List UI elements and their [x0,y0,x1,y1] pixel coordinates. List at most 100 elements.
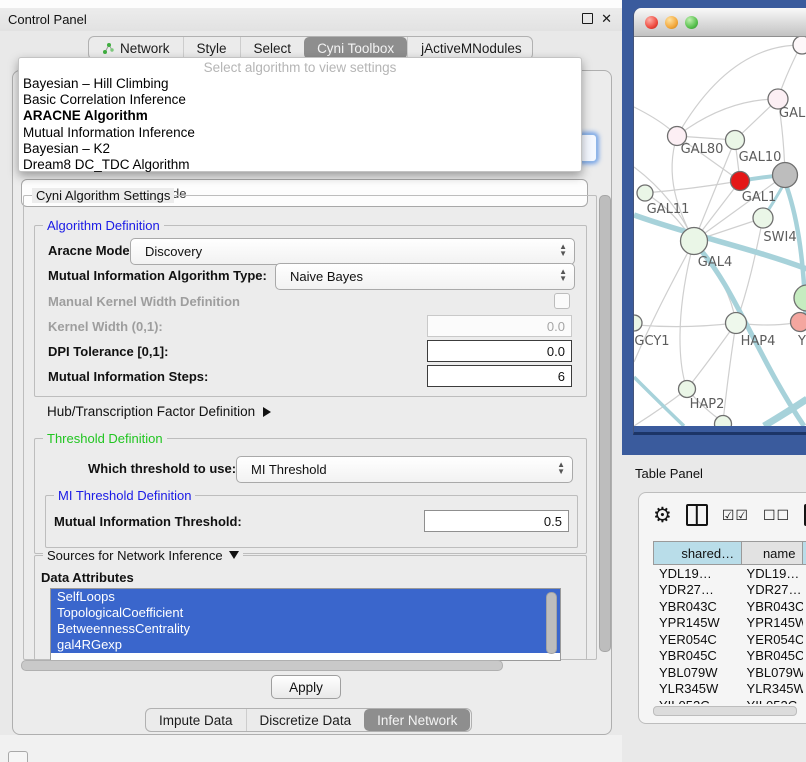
kernel-width-field[interactable]: 0.0 [427,315,572,337]
stepper-icon: ▲▼ [557,460,565,476]
zoom-traffic-light-icon[interactable] [685,16,698,29]
tab-label: Cyni Toolbox [317,41,394,56]
table-cell: YDL19… [742,566,804,581]
hub-definition-label: Hub/Transcription Factor Definition [47,404,255,419]
algorithm-option[interactable]: Basic Correlation Inference [19,92,581,108]
network-node[interactable] [753,208,773,228]
table-cell: YLR345W [654,681,742,696]
network-node-label: HAP2 [690,397,725,412]
table-row[interactable]: YIL052CYIL052C9 [654,697,806,704]
column-header[interactable]: name [741,542,802,564]
network-canvas[interactable]: GAL7GAL80GAL10GAL1GAL11SWI4GAL4GCY1HAP4Y… [634,37,806,426]
minimize-traffic-light-icon[interactable] [665,16,678,29]
mi-threshold-field[interactable]: 0.5 [424,510,569,532]
tab-jactivemnodules[interactable]: jActiveMNodules [407,37,533,59]
network-node[interactable] [794,285,806,311]
tab-discretize-data[interactable]: Discretize Data [246,709,365,731]
algorithm-option[interactable]: Bayesian – Hill Climbing [19,76,581,92]
aracne-mode-combo[interactable]: Discovery ▲▼ [130,238,575,265]
network-node[interactable] [634,315,642,331]
network-node-label: SWI4 [763,230,796,245]
table-cell: YLR345W [742,681,804,696]
data-attribute-item[interactable]: SelfLoops [51,589,560,605]
network-node[interactable] [715,416,732,427]
table-rows[interactable]: YDL19…YDL19…13YDR27…YDR27…12YBR043CYBR04… [653,565,806,704]
settings-vertical-scrollbar[interactable] [599,195,611,652]
network-node[interactable] [726,131,745,150]
tab-impute-data[interactable]: Impute Data [146,709,246,731]
algorithm-definition-group: Algorithm Definition Aracne Mode: Discov… [34,225,587,397]
algorithm-option[interactable]: ARACNE Algorithm [19,108,581,124]
tab-label: Discretize Data [260,713,352,728]
collapsed-arrow-icon [263,407,271,417]
tab-style[interactable]: Style [183,37,240,59]
data-attribute-item[interactable]: TopologicalCoefficient [51,605,560,621]
mi-steps-field[interactable]: 6 [427,365,572,387]
table-header-row[interactable]: shared…name [653,541,806,565]
table-toolbar: ⚙ ☑☑ ☐☐ [639,493,806,537]
dock-panel-icon[interactable] [8,751,28,762]
list-scrollbar[interactable] [546,592,557,654]
which-threshold-value: MI Threshold [251,462,327,477]
network-node[interactable] [773,163,798,188]
column-header[interactable] [802,542,806,564]
table-row[interactable]: YLR345WYLR345W9. [654,681,806,698]
tab-select[interactable]: Select [240,37,305,59]
data-attribute-item[interactable]: BetweennessCentrality [51,621,560,637]
table-row[interactable]: YPR145WYPR145W9. [654,615,806,632]
table-row[interactable]: YBR045CYBR045C9. [654,648,806,665]
apply-button[interactable]: Apply [271,675,341,699]
network-node[interactable] [791,313,806,332]
algorithm-option[interactable]: Mutual Information Inference [19,125,581,141]
table-cell: YIL052C [654,698,742,704]
sources-group-title[interactable]: Sources for Network Inference [43,548,243,563]
control-panel-body: NetworkStyle Select Cyni Toolbox jActiveMNo… [0,31,622,735]
table-row[interactable]: YBR043CYBR043C [654,598,806,615]
tab-label: Infer Network [377,713,457,728]
algorithm-option[interactable]: Bayesian – K2 [19,141,581,157]
apply-button-label: Apply [289,680,323,695]
network-nodes[interactable]: GAL7GAL80GAL10GAL1GAL11SWI4GAL4GCY1HAP4Y… [634,37,806,426]
network-node[interactable] [681,228,708,255]
data-attributes-list[interactable]: SelfLoopsTopologicalCoefficientBetweenne… [50,588,561,661]
dpi-tolerance-field[interactable]: 0.0 [427,340,572,362]
tab-cyni-toolbox[interactable]: Cyni Toolbox [304,37,407,59]
network-window-titlebar[interactable] [634,8,806,37]
algorithm-option[interactable]: Dream8 DC_TDC Algorithm [19,157,581,173]
tab-network[interactable]: Network [89,37,183,59]
network-node[interactable] [637,185,653,201]
manual-kernel-width-checkbox[interactable] [554,293,570,309]
split-pane-icon[interactable] [686,504,708,526]
tab-infer-network[interactable]: Infer Network [364,709,470,731]
settings-horizontal-scrollbar[interactable] [21,660,603,670]
table-panel-inner: ⚙ ☑☑ ☐☐ shared…name YDL19…YDL19…13YDR27…… [638,492,806,724]
which-threshold-combo[interactable]: MI Threshold ▲▼ [236,456,573,483]
aracne-mode-value: Discovery [145,244,202,259]
mi-algorithm-type-combo[interactable]: Naive Bayes ▲▼ [275,263,575,290]
close-traffic-light-icon[interactable] [645,16,658,29]
table-row[interactable]: YDR27…YDR27…12 [654,582,806,599]
float-window-icon[interactable] [582,13,593,24]
table-cell: YBR043C [742,599,804,614]
cyni-algorithm-settings-title: Cyni Algorithm Settings [32,188,174,203]
tab-label: Select [254,41,292,56]
data-attribute-item[interactable]: gal4RGexp [51,637,560,653]
table-row[interactable]: YBL079WYBL079W [654,664,806,681]
network-node[interactable] [793,37,806,54]
application-root: Control Panel ✕ NetworkStyleSelectCyni T… [0,0,806,762]
checked-columns-icon[interactable]: ☑☑ [722,507,749,524]
algorithm-dropdown-placeholder: Select algorithm to view settings [19,60,581,76]
unchecked-columns-icon[interactable]: ☐☐ [763,507,790,524]
network-node[interactable] [679,381,696,398]
table-cell: YDR27… [742,582,804,597]
close-icon[interactable]: ✕ [601,12,612,25]
table-row[interactable]: YER054CYER054C8. [654,631,806,648]
network-node[interactable] [731,172,750,191]
table-row[interactable]: YDL19…YDL19…13 [654,565,806,582]
hub-definition-toggle[interactable]: Hub/Transcription Factor Definition [47,404,271,419]
table-horizontal-scrollbar[interactable] [653,706,806,715]
network-node-label: GAL7 [779,106,806,121]
column-header[interactable]: shared… [654,542,741,564]
gear-icon[interactable]: ⚙ [653,505,672,526]
network-node[interactable] [726,313,747,334]
